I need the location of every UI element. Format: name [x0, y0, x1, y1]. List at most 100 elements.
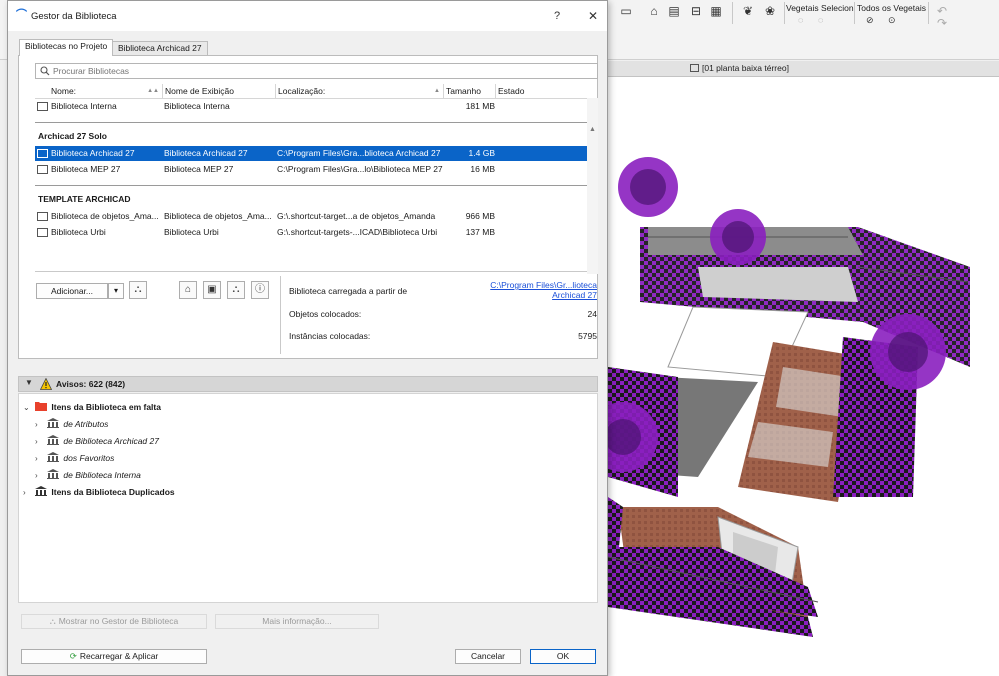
plant-settings-icon[interactable]: ❀: [762, 4, 778, 18]
all-vegetation-label[interactable]: Todos os Vegetais: [857, 3, 926, 13]
lock-icon[interactable]: ◌: [818, 15, 823, 25]
tree-item-label: Itens da Biblioteca Duplicados: [51, 487, 175, 497]
tree-item-attributes[interactable]: › de Atributos: [35, 417, 108, 431]
library-name: Biblioteca Archicad 27: [51, 148, 135, 158]
library-location: C:\Program Files\Gra...blioteca Archicad…: [277, 148, 441, 158]
column-header-size[interactable]: Tamanho: [444, 84, 496, 98]
table-row[interactable]: Biblioteca Urbi Biblioteca Urbi G:\.shor…: [35, 225, 587, 240]
tab-archicad-library[interactable]: Biblioteca Archicad 27: [112, 41, 208, 56]
column-header-label: Nome:: [51, 86, 77, 96]
eye-off-icon[interactable]: ⊘: [866, 15, 874, 26]
more-info-button[interactable]: Mais informação...: [215, 614, 379, 629]
library-location: C:\Program Files\Gra...lo\Biblioteca MEP…: [277, 164, 443, 174]
library-location: G:\.shortcut-targets-...ICAD\Biblioteca …: [277, 227, 438, 237]
table-row[interactable]: Biblioteca de objetos_Ama... Biblioteca …: [35, 209, 587, 224]
grid-icon[interactable]: ▦: [708, 4, 724, 18]
loaded-from-link[interactable]: C:\Program Files\Gr...lioteca Archicad 2…: [477, 280, 597, 300]
folder-missing-icon: [35, 402, 48, 411]
library-size: 16 MB: [470, 164, 495, 174]
tool-icon[interactable]: ▭: [618, 4, 634, 18]
show-in-manager-label: Mostrar no Gestor de Biblioteca: [58, 616, 179, 626]
library-name: Biblioteca Urbi: [51, 227, 106, 237]
show-in-manager-button[interactable]: ⛬ Mostrar no Gestor de Biblioteca: [21, 614, 207, 629]
instances-placed-value: 5795: [578, 331, 597, 341]
3d-model-render: [608, 157, 970, 637]
help-button[interactable]: ?: [548, 7, 566, 25]
eye-icon[interactable]: ◌: [798, 15, 803, 25]
column-header-status[interactable]: Estado: [496, 84, 587, 98]
scroll-up-icon[interactable]: ▲: [589, 126, 596, 133]
add-dropdown-button[interactable]: ▾: [108, 283, 124, 299]
library-name: Biblioteca de objetos_Ama...: [51, 211, 159, 221]
info-icon[interactable]: ⓘ: [251, 281, 269, 299]
dialog-title: Gestor da Biblioteca: [31, 11, 117, 22]
chevron-right-icon[interactable]: ›: [35, 435, 45, 449]
column-header-name[interactable]: Nome: ▲▲: [35, 84, 163, 98]
group-divider: [35, 185, 587, 186]
select-vegetation-label[interactable]: Vegetais Selecion: [786, 3, 854, 13]
tab-project-libraries[interactable]: Bibliotecas no Projeto: [19, 39, 114, 56]
search-box[interactable]: [35, 63, 598, 79]
library-document-icon[interactable]: ▣: [203, 281, 221, 299]
cancel-button[interactable]: Cancelar: [455, 649, 521, 664]
instances-placed-label: Instâncias colocadas:: [289, 331, 371, 341]
tree-item-label: dos Favoritos: [63, 453, 115, 463]
library-size: 1.4 GB: [468, 148, 495, 158]
chevron-right-icon[interactable]: ›: [23, 486, 33, 500]
group-divider: [35, 122, 587, 123]
redo-icon[interactable]: ↷: [934, 16, 950, 30]
tree-item-label: de Biblioteca Archicad 27: [63, 436, 159, 446]
tree-item-duplicates[interactable]: › Itens da Biblioteca Duplicados: [23, 485, 175, 499]
title-bar[interactable]: ⌒ Gestor da Biblioteca ? ✕: [8, 1, 607, 31]
table-row[interactable]: Biblioteca Interna Biblioteca Interna 18…: [35, 99, 587, 114]
table-scrollbar[interactable]: [587, 98, 598, 274]
library-building-icon: ⛬: [49, 616, 56, 626]
collapse-triangle-icon[interactable]: ▼: [25, 378, 33, 387]
lock-icon[interactable]: ⊙: [888, 15, 896, 26]
tool-icon[interactable]: ⊟: [688, 4, 704, 18]
tree-item-archicad-library[interactable]: › de Biblioteca Archicad 27: [35, 434, 159, 448]
library-folder-icon: [37, 228, 48, 237]
view-tab-floor-plan[interactable]: [01 planta baixa térreo]: [690, 63, 789, 73]
library-display-name: Biblioteca MEP 27: [164, 164, 234, 174]
search-input[interactable]: [53, 65, 593, 77]
tool-icon[interactable]: ⌂: [646, 4, 662, 18]
library-display-name: Biblioteca Archicad 27: [164, 148, 248, 158]
warning-icon: [40, 378, 52, 390]
sort-icon: ▲: [434, 88, 440, 94]
library-building-icon: [47, 469, 60, 479]
add-library-button[interactable]: Adicionar...: [36, 283, 108, 299]
view-tab-label: [01 planta baixa térreo]: [702, 63, 789, 73]
3d-viewport[interactable]: [608, 77, 999, 676]
plant-icon[interactable]: ❦: [740, 4, 756, 18]
close-button[interactable]: ✕: [584, 7, 602, 25]
library-building-icon: [47, 418, 60, 428]
column-header-location[interactable]: Localização: ▲: [276, 84, 444, 98]
column-header-display-name[interactable]: Nome de Exibição: [163, 84, 276, 98]
tool-icon[interactable]: ▤: [666, 4, 682, 18]
library-folder-icon: [37, 165, 48, 174]
reload-apply-button[interactable]: ⟳ Recarregar & Aplicar: [21, 649, 207, 664]
tree-item-internal-library[interactable]: › de Biblioteca Interna: [35, 468, 141, 482]
info-divider: [280, 276, 281, 354]
chevron-right-icon[interactable]: ›: [35, 469, 45, 483]
group-title: Archicad 27 Solo: [38, 131, 107, 141]
library-options-icon[interactable]: ⛬: [129, 281, 147, 299]
chevron-right-icon[interactable]: ›: [35, 418, 45, 432]
warnings-title: Avisos: 622 (842): [56, 379, 126, 389]
library-manager-dialog: ⌒ Gestor da Biblioteca ? ✕ Bibliotecas n…: [7, 0, 608, 676]
chevron-down-icon[interactable]: ⌄: [23, 401, 33, 415]
table-row-selected[interactable]: Biblioteca Archicad 27 Biblioteca Archic…: [35, 146, 587, 161]
library-migrate-icon[interactable]: ⛬: [227, 281, 245, 299]
panel-divider: [35, 271, 587, 272]
ok-button[interactable]: OK: [530, 649, 596, 664]
table-row[interactable]: Biblioteca MEP 27 Biblioteca MEP 27 C:\P…: [35, 162, 587, 177]
tree-item-favorites[interactable]: › dos Favoritos: [35, 451, 114, 465]
library-size: 137 MB: [465, 227, 495, 237]
add-server-library-icon[interactable]: ⌂: [179, 281, 197, 299]
library-building-icon: [47, 452, 60, 462]
chevron-right-icon[interactable]: ›: [35, 452, 45, 466]
warnings-header[interactable]: ▼ Avisos: 622 (842): [18, 376, 598, 392]
library-name: Biblioteca Interna: [51, 101, 117, 111]
tree-item-missing[interactable]: ⌄ Itens da Biblioteca em falta: [23, 400, 161, 414]
